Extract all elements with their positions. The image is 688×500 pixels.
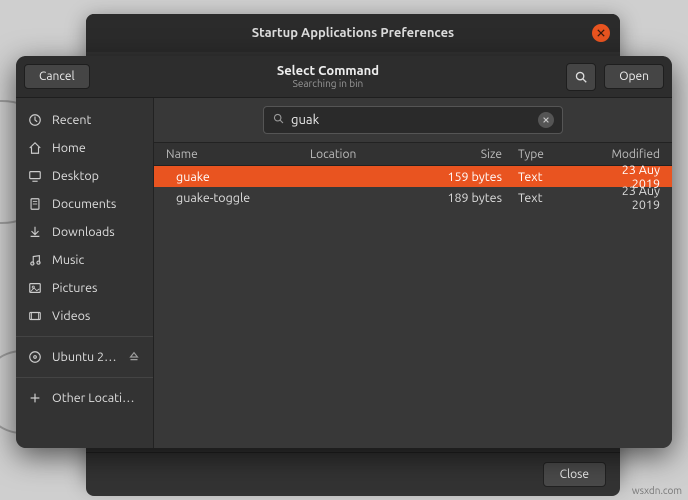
sidebar-item-downloads[interactable]: Downloads: [16, 218, 153, 246]
sidebar-item-label: Recent: [52, 113, 91, 127]
column-header-location[interactable]: Location: [310, 148, 440, 161]
search-box[interactable]: [263, 106, 563, 134]
sidebar-item-other-locations[interactable]: Other Locations: [16, 384, 153, 412]
sidebar-item-home[interactable]: Home: [16, 134, 153, 162]
column-header-type[interactable]: Type: [512, 148, 592, 161]
plus-icon: [28, 391, 42, 405]
pictures-icon: [28, 281, 42, 295]
cell-modified: 23 Auy 2019: [592, 184, 672, 212]
close-icon[interactable]: [592, 24, 610, 42]
search-input[interactable]: [291, 113, 532, 127]
home-icon: [28, 141, 42, 155]
cell-size: 189 bytes: [440, 191, 512, 205]
sidebar-item-pictures[interactable]: Pictures: [16, 274, 153, 302]
sidebar-item-label: Videos: [52, 309, 90, 323]
cell-name: guake-toggle: [154, 191, 310, 205]
documents-icon: [28, 197, 42, 211]
file-chooser-dialog: Cancel Select Command Searching in bin O…: [16, 56, 672, 448]
file-list-pane: Name Location Size Type Modified guake 15…: [154, 98, 672, 448]
dialog-title: Select Command: [98, 64, 558, 78]
column-header-name[interactable]: Name: [154, 148, 310, 161]
sidebar-item-label: Home: [52, 141, 86, 155]
downloads-icon: [28, 225, 42, 239]
places-sidebar: Recent Home Desktop Documents Downloads …: [16, 98, 154, 448]
sidebar-item-videos[interactable]: Videos: [16, 302, 153, 330]
file-table: Name Location Size Type Modified guake 15…: [154, 142, 672, 448]
eject-icon[interactable]: [127, 350, 141, 364]
dialog-header: Cancel Select Command Searching in bin O…: [16, 56, 672, 98]
cell-type: Text: [512, 191, 592, 205]
disc-icon: [28, 350, 42, 364]
sidebar-item-label: Desktop: [52, 169, 99, 183]
cancel-button[interactable]: Cancel: [24, 64, 90, 89]
sidebar-item-desktop[interactable]: Desktop: [16, 162, 153, 190]
open-button[interactable]: Open: [604, 64, 664, 89]
close-button[interactable]: Close: [543, 462, 606, 487]
column-header-size[interactable]: Size: [440, 148, 512, 161]
sidebar-item-volume[interactable]: Ubuntu 2…: [16, 343, 153, 371]
sidebar-item-label: Ubuntu 2…: [52, 350, 117, 364]
cell-name: guake: [154, 170, 310, 184]
table-row[interactable]: guake-toggle189 bytesText23 Auy 2019: [154, 187, 672, 208]
sidebar-item-label: Music: [52, 253, 84, 267]
clock-icon: [28, 113, 42, 127]
sidebar-item-label: Pictures: [52, 281, 97, 295]
cell-size: 159 bytes: [440, 170, 512, 184]
cell-type: Text: [512, 170, 592, 184]
search-row: [154, 98, 672, 142]
column-header-modified[interactable]: Modified: [592, 148, 672, 161]
sidebar-item-label: Other Locations: [52, 391, 141, 405]
sidebar-item-label: Documents: [52, 197, 116, 211]
search-icon: [272, 111, 285, 129]
dialog-subtitle: Searching in bin: [98, 78, 558, 89]
desktop-icon: [28, 169, 42, 183]
sidebar-item-music[interactable]: Music: [16, 246, 153, 274]
videos-icon: [28, 309, 42, 323]
dialog-body: Recent Home Desktop Documents Downloads …: [16, 98, 672, 448]
sidebar-separator: [16, 377, 153, 378]
dialog-title-block: Select Command Searching in bin: [98, 64, 558, 89]
parent-window-title: Startup Applications Preferences: [252, 26, 454, 40]
sidebar-item-recent[interactable]: Recent: [16, 106, 153, 134]
sidebar-separator: [16, 336, 153, 337]
music-icon: [28, 253, 42, 267]
watermark: wsxdn.com: [632, 485, 682, 496]
clear-search-button[interactable]: [538, 112, 554, 128]
search-toggle-button[interactable]: [566, 63, 596, 91]
sidebar-item-documents[interactable]: Documents: [16, 190, 153, 218]
parent-titlebar: Startup Applications Preferences: [86, 14, 620, 52]
sidebar-item-label: Downloads: [52, 225, 115, 239]
parent-window-footer: Close: [86, 452, 620, 496]
